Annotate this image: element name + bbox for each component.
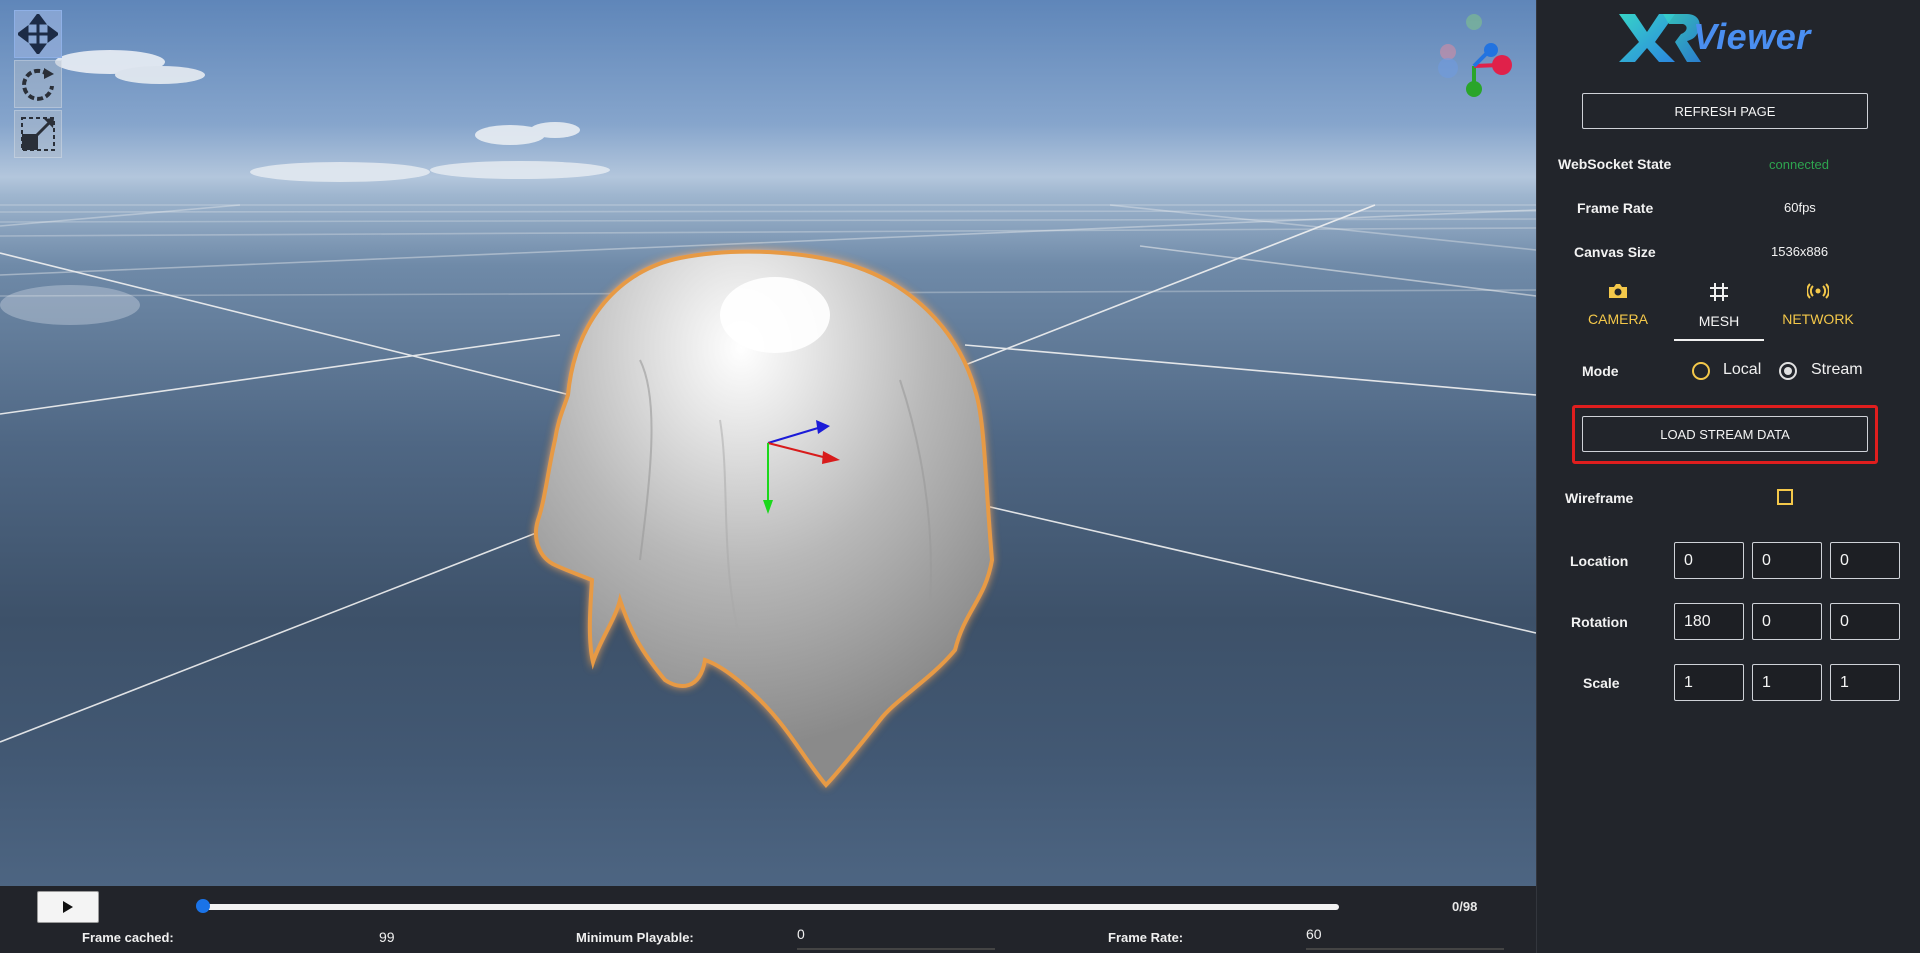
playback-bar: 0/98 Frame cached: 99 Minimum Playable: … (0, 886, 1536, 953)
logo-text: Viewer (1693, 16, 1811, 57)
scale-icon (21, 117, 55, 151)
frame-rate-underline (1306, 948, 1504, 950)
minimum-playable-label: Minimum Playable: (576, 930, 694, 945)
sky-clouds (0, 50, 610, 325)
frame-cached-value: 99 (379, 929, 395, 945)
tab-network[interactable]: NETWORK (1773, 282, 1863, 340)
mode-local-radio[interactable] (1692, 362, 1710, 380)
rotate-tool-button[interactable] (14, 60, 62, 108)
scale-z-input[interactable] (1830, 664, 1900, 701)
view-axis-gizmo-icon[interactable] (1430, 10, 1520, 100)
scale-x-input[interactable] (1674, 664, 1744, 701)
tab-camera-label: CAMERA (1588, 311, 1648, 327)
rotation-z-input[interactable] (1830, 603, 1900, 640)
frame-rate-value: 60 (1306, 926, 1322, 942)
camera-icon (1609, 284, 1627, 298)
move-tool-button[interactable] (14, 10, 62, 58)
tab-camera[interactable]: CAMERA (1573, 282, 1663, 340)
tab-mesh[interactable]: MESH (1674, 282, 1764, 340)
timeline-slider-track[interactable] (203, 904, 1339, 910)
grid-icon (1710, 283, 1728, 301)
rotation-x-input[interactable] (1674, 603, 1744, 640)
tab-network-label: NETWORK (1782, 311, 1854, 327)
wireframe-label: Wireframe (1565, 490, 1634, 506)
minimum-playable-value: 0 (797, 926, 805, 942)
scale-tool-button[interactable] (14, 110, 62, 158)
websocket-state-value: connected (1769, 157, 1829, 172)
location-z-input[interactable] (1830, 542, 1900, 579)
frame-rate-label: Frame Rate: (1108, 930, 1184, 945)
websocket-state-label: WebSocket State (1558, 156, 1672, 172)
wireframe-checkbox[interactable] (1777, 489, 1793, 505)
tab-mesh-label: MESH (1698, 313, 1740, 329)
scale-y-input[interactable] (1752, 664, 1822, 701)
canvas-size-value: 1536x886 (1771, 244, 1829, 259)
canvas-size-label: Canvas Size (1574, 244, 1656, 260)
load-stream-data-button[interactable]: LOAD STREAM DATA (1582, 416, 1868, 452)
play-button[interactable] (37, 891, 99, 923)
minimum-playable-underline (797, 948, 995, 950)
play-icon (63, 901, 73, 913)
rotation-y-input[interactable] (1752, 603, 1822, 640)
broadcast-icon (1806, 283, 1830, 299)
location-label: Location (1570, 553, 1629, 569)
mode-label: Mode (1582, 363, 1619, 379)
active-tab-indicator (1674, 339, 1764, 341)
frame-rate-info-label: Frame Rate (1577, 200, 1654, 216)
mode-stream-label[interactable]: Stream (1811, 361, 1863, 379)
rotation-label: Rotation (1571, 614, 1628, 630)
move-icon (18, 14, 58, 54)
scene-canvas[interactable] (0, 0, 1536, 886)
frame-cached-label: Frame cached: (82, 930, 174, 945)
3d-viewport[interactable] (0, 0, 1536, 886)
control-panel: Viewer REFRESH PAGE WebSocket State conn… (1536, 0, 1920, 953)
mode-stream-radio[interactable] (1779, 362, 1797, 380)
rotate-icon (22, 68, 54, 101)
frame-counter: 0/98 (1452, 899, 1478, 914)
refresh-page-button[interactable]: REFRESH PAGE (1582, 93, 1868, 129)
timeline-slider-thumb[interactable] (196, 899, 210, 913)
location-y-input[interactable] (1752, 542, 1822, 579)
frame-rate-info-value: 60fps (1784, 200, 1816, 215)
mesh-object[interactable] (534, 249, 995, 789)
location-x-input[interactable] (1674, 542, 1744, 579)
transform-toolbar (14, 10, 64, 160)
scale-label: Scale (1583, 675, 1620, 691)
mode-local-label[interactable]: Local (1723, 361, 1761, 379)
